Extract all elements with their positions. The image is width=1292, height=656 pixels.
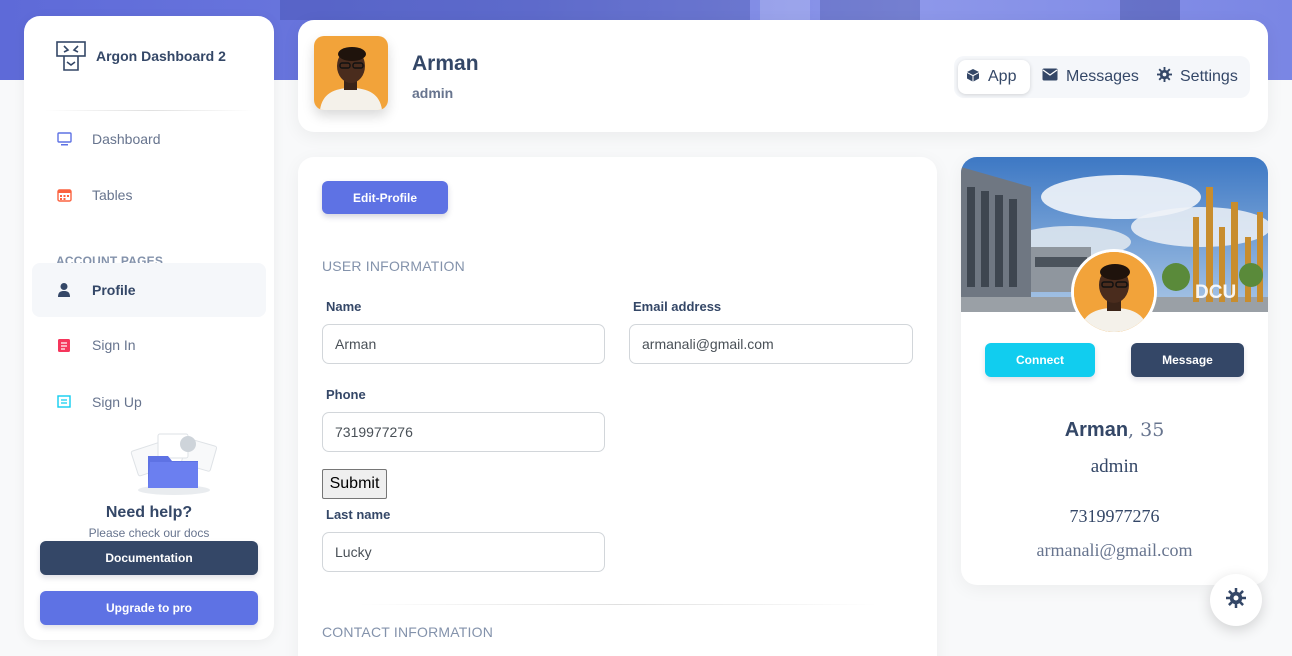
sidebar-item-profile[interactable]: Profile <box>32 263 266 317</box>
cover-sign-text: DCU <box>1195 282 1236 303</box>
profile-card: DCU Connect Message Arman, 35 admin 7319… <box>961 157 1268 585</box>
sidebar-item-label: Sign In <box>92 337 136 353</box>
profile-card-name: Arman <box>1064 419 1129 441</box>
phone-label: Phone <box>326 387 366 402</box>
name-field[interactable] <box>322 324 605 364</box>
tv-icon <box>56 131 72 147</box>
profile-card-email: armanali@gmail.com <box>1036 540 1193 560</box>
cube-icon <box>966 68 980 87</box>
profile-card-age: , 35 <box>1128 419 1165 441</box>
profile-card-name-line: Arman, 35 <box>961 419 1268 442</box>
sidebar-item-label: Dashboard <box>92 131 161 147</box>
help-subtitle: Please check our docs <box>88 526 210 540</box>
sidebar-item-label: Profile <box>92 282 136 298</box>
form-divider <box>358 604 878 605</box>
profile-header-card: Arman admin App Messages Settings <box>298 20 1268 132</box>
avatar <box>1071 249 1157 335</box>
help-title: Need help? <box>105 504 193 521</box>
avatar <box>314 36 388 110</box>
box-logo-icon <box>56 41 86 71</box>
sidebar-item-sign-in[interactable]: Sign In <box>32 318 266 372</box>
tab-label: Settings <box>1180 68 1238 85</box>
profile-tabs: App Messages Settings <box>954 56 1250 98</box>
submit-button[interactable]: Submit <box>322 469 387 499</box>
document-icon <box>56 337 72 353</box>
message-button[interactable]: Message <box>1131 343 1244 377</box>
profile-role: admin <box>412 85 454 101</box>
connect-button[interactable]: Connect <box>985 343 1095 377</box>
sidebar-item-label: Tables <box>92 187 133 203</box>
edit-profile-card: Edit-Profile USER INFORMATION Name Email… <box>298 157 937 656</box>
edit-profile-button[interactable]: Edit-Profile <box>322 181 448 214</box>
sidebar: Argon Dashboard 2 Dashboard Tables ACCOU… <box>24 16 274 640</box>
tab-settings[interactable]: Settings <box>1149 60 1246 94</box>
sidebar-item-label: Sign Up <box>92 394 142 410</box>
email-label: Email address <box>633 299 722 314</box>
user-information-heading: USER INFORMATION <box>322 258 465 274</box>
sidebar-divider <box>44 110 254 111</box>
gear-icon <box>1157 67 1172 87</box>
tab-label: App <box>988 68 1017 85</box>
sidebar-item-tables[interactable]: Tables <box>32 168 266 222</box>
tab-label: Messages <box>1066 68 1139 85</box>
profile-card-phone: 7319977276 <box>1069 506 1160 526</box>
last-name-label: Last name <box>326 507 391 522</box>
last-name-field[interactable] <box>322 532 605 572</box>
user-icon <box>56 282 72 298</box>
tab-app[interactable]: App <box>958 60 1030 94</box>
calendar-grid-icon <box>56 187 72 203</box>
documentation-button[interactable]: Documentation <box>40 541 258 575</box>
sidebar-item-sign-up[interactable]: Sign Up <box>32 374 266 418</box>
name-label: Name <box>326 299 362 314</box>
settings-fab[interactable] <box>1210 574 1262 626</box>
email-field[interactable] <box>629 324 913 364</box>
profile-card-role: admin <box>1090 456 1139 477</box>
brand-name: Argon Dashboard 2 <box>96 48 226 64</box>
tab-messages[interactable]: Messages <box>1034 60 1147 94</box>
sidebar-item-dashboard[interactable]: Dashboard <box>32 112 266 166</box>
folder-illustration <box>130 433 218 495</box>
upgrade-button[interactable]: Upgrade to pro <box>40 591 258 625</box>
contact-information-heading: CONTACT INFORMATION <box>322 624 494 640</box>
phone-field[interactable] <box>322 412 605 452</box>
profile-name: Arman <box>412 52 479 75</box>
envelope-icon <box>1042 68 1058 86</box>
brand[interactable]: Argon Dashboard 2 <box>56 40 226 72</box>
collection-icon <box>56 394 72 410</box>
gear-icon <box>1226 587 1246 613</box>
